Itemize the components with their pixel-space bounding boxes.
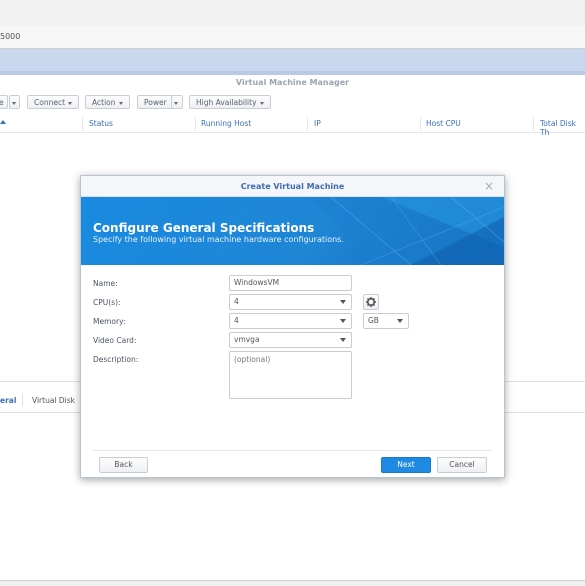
chevron-down-icon: [118, 101, 123, 105]
app-window-title: Virtual Machine Manager: [235, 78, 350, 87]
dsm-taskbar-edge: [0, 71, 585, 75]
column-total-disk[interactable]: Total Disk Th: [540, 119, 585, 137]
power-label: Power: [144, 98, 167, 107]
create-label: e: [0, 98, 4, 107]
dsm-taskbar: [0, 49, 585, 71]
bottom-edge: [0, 580, 585, 586]
chevron-down-icon: [340, 319, 346, 323]
footer-divider: [93, 450, 492, 451]
browser-tabbar: [0, 0, 585, 27]
column-running-host[interactable]: Running Host: [201, 119, 251, 128]
name-input[interactable]: WindowsVM: [229, 275, 352, 291]
column-divider: [420, 117, 421, 131]
next-button[interactable]: Next: [381, 457, 431, 473]
connect-label: Connect: [34, 98, 66, 107]
close-icon[interactable]: ×: [484, 179, 494, 193]
address-bar[interactable]: [0, 26, 585, 49]
video-card-select[interactable]: vmvga: [229, 332, 352, 348]
vm-list-header: [0, 116, 585, 133]
memory-unit-select[interactable]: GB: [363, 313, 409, 329]
column-divider: [195, 117, 196, 131]
create-vm-dialog: Create Virtual Machine × Configure Gener…: [80, 175, 505, 478]
name-label: Name:: [93, 279, 118, 288]
gear-icon: [366, 297, 376, 307]
name-value: WindowsVM: [234, 278, 280, 287]
cpu-select[interactable]: 4: [229, 294, 352, 310]
action-label: Action: [92, 98, 116, 107]
chevron-down-icon: [397, 319, 403, 323]
column-ip[interactable]: IP: [314, 119, 321, 128]
column-status[interactable]: Status: [89, 119, 113, 128]
tab-general[interactable]: eral: [0, 396, 16, 405]
memory-select[interactable]: 4: [229, 313, 352, 329]
chevron-down-icon: [12, 101, 16, 105]
description-label: Description:: [93, 355, 139, 364]
url-text[interactable]: 5000: [0, 32, 20, 41]
dialog-subheading: Specify the following virtual machine ha…: [93, 235, 344, 244]
chevron-down-icon: [340, 338, 346, 342]
memory-value: 4: [234, 316, 239, 325]
dialog-banner: Configure General Specifications Specify…: [81, 197, 504, 265]
column-divider: [533, 117, 534, 131]
column-divider: [82, 117, 83, 131]
cpu-settings-button[interactable]: [363, 294, 379, 310]
chevron-down-icon: [340, 300, 346, 304]
memory-unit-value: GB: [368, 316, 379, 325]
power-button[interactable]: Power: [137, 95, 174, 109]
video-card-label: Video Card:: [93, 336, 137, 345]
back-button[interactable]: Back: [99, 457, 148, 473]
column-host-cpu[interactable]: Host CPU: [426, 119, 461, 128]
dialog-heading: Configure General Specifications: [93, 221, 315, 235]
high-availability-button[interactable]: High Availability: [189, 95, 271, 109]
description-placeholder: (optional): [234, 355, 271, 364]
column-divider: [307, 117, 308, 131]
chevron-down-icon: [174, 101, 178, 105]
tab-divider: [22, 393, 23, 406]
video-card-value: vmvga: [234, 335, 260, 344]
cancel-button[interactable]: Cancel: [437, 457, 487, 473]
power-dropdown-button[interactable]: [171, 95, 183, 109]
dialog-title: Create Virtual Machine: [240, 182, 345, 191]
sort-arrow-icon[interactable]: [0, 120, 6, 124]
connect-button[interactable]: Connect: [27, 95, 80, 109]
memory-label: Memory:: [93, 317, 126, 326]
tab-virtual-disk[interactable]: Virtual Disk: [32, 396, 75, 405]
ha-label: High Availability: [196, 98, 257, 107]
create-dropdown-button[interactable]: [9, 95, 20, 109]
cpu-value: 4: [234, 297, 239, 306]
chevron-down-icon: [68, 101, 73, 105]
cpu-label: CPU(s):: [93, 298, 121, 307]
create-button[interactable]: e: [0, 95, 8, 109]
action-button[interactable]: Action: [85, 95, 130, 109]
chevron-down-icon: [259, 101, 264, 105]
description-textarea[interactable]: (optional): [229, 351, 352, 399]
